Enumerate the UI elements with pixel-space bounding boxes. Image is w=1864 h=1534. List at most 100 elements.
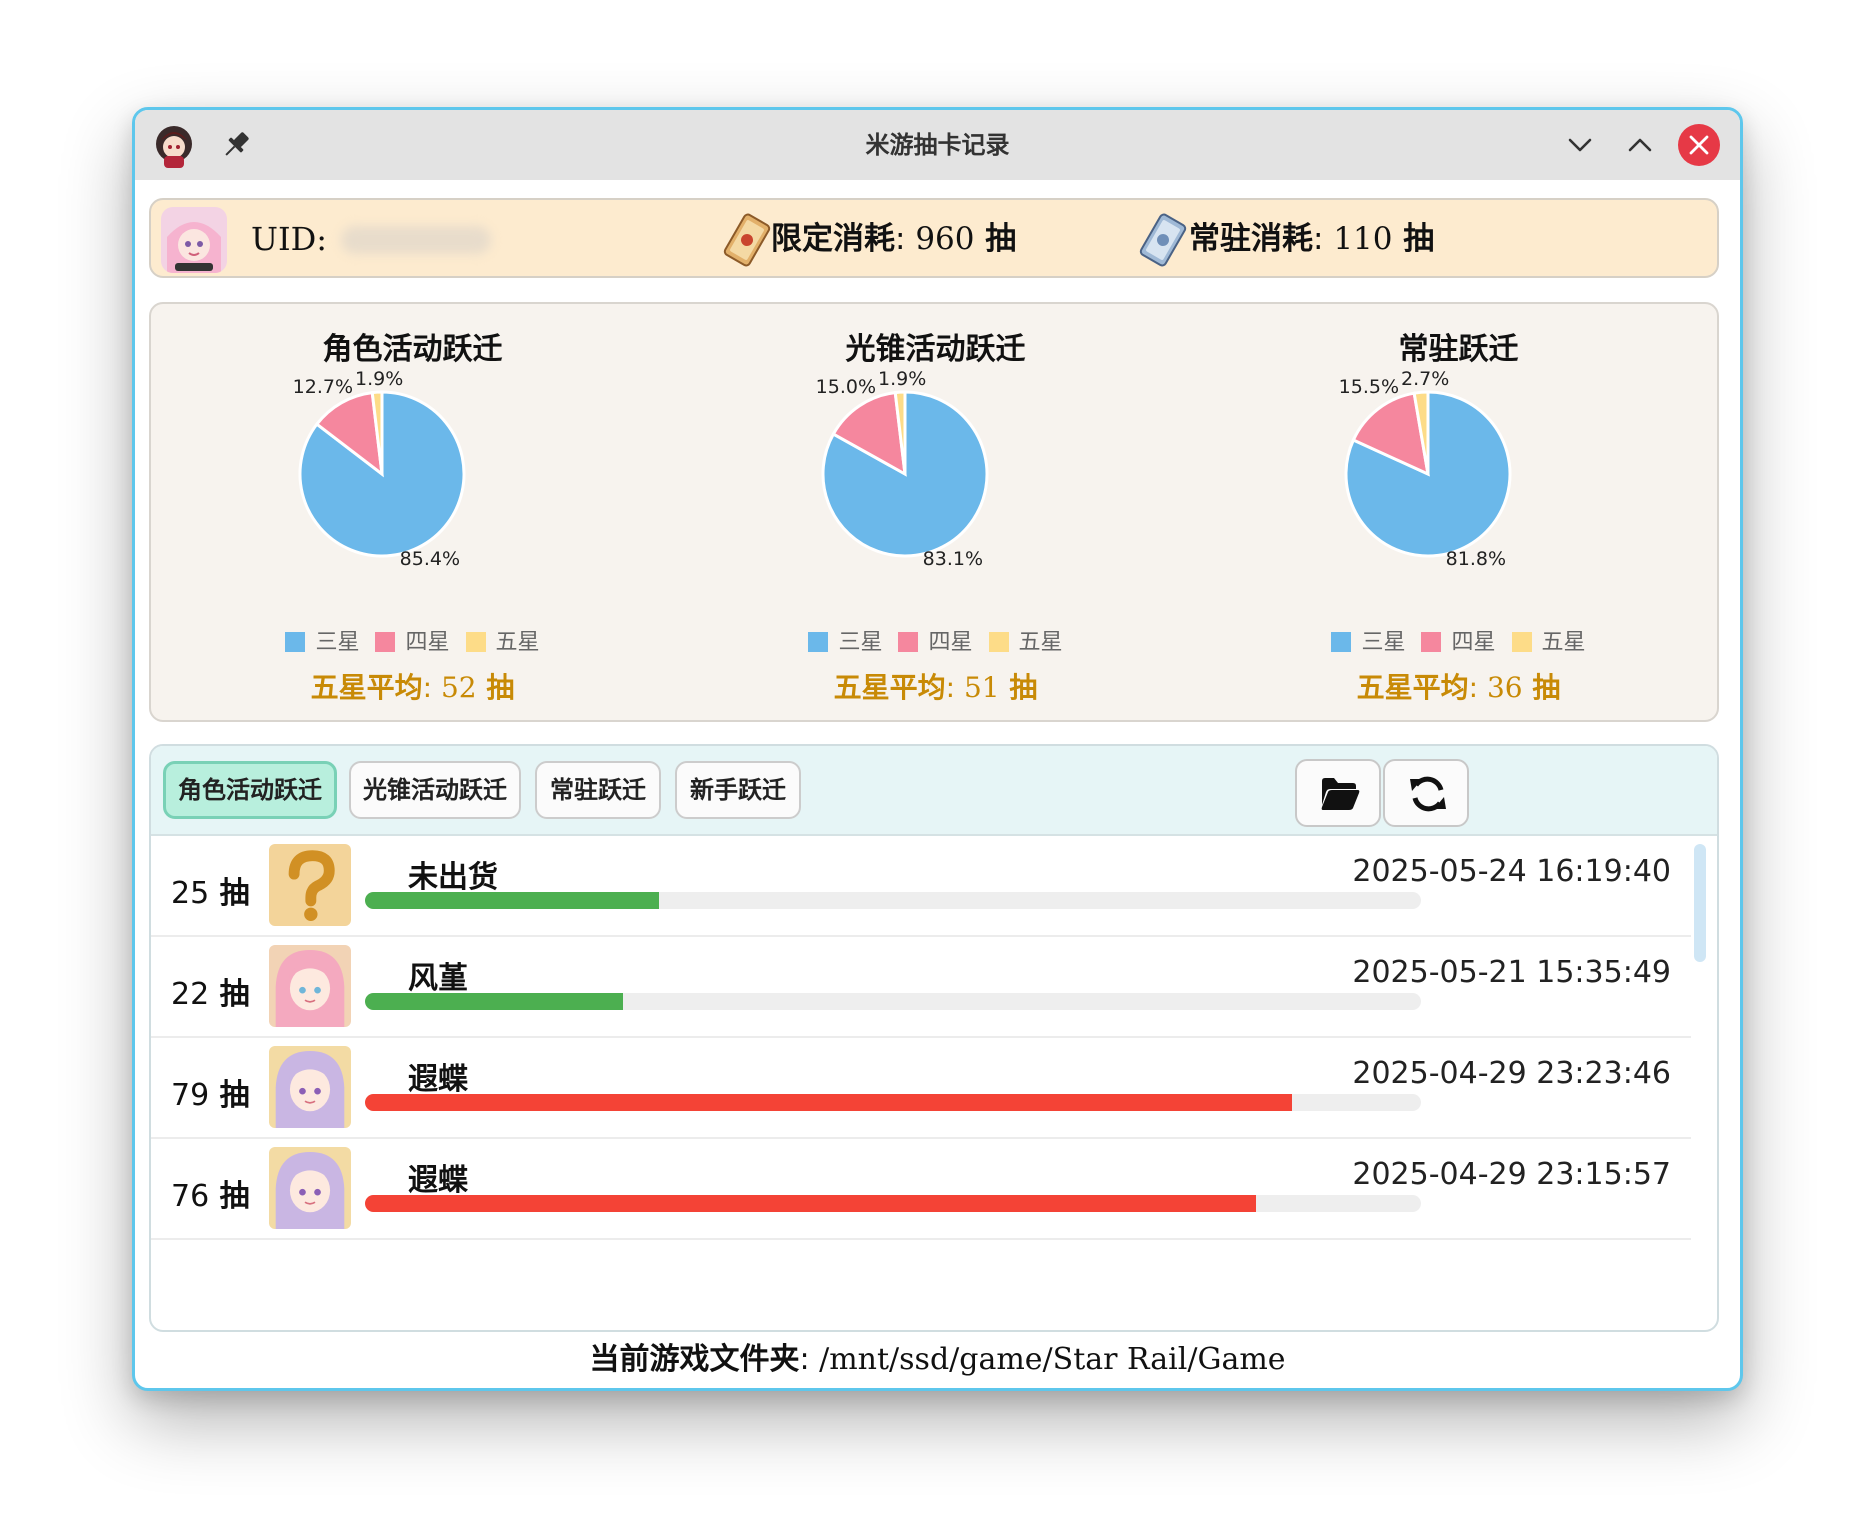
legend-item: 五星 <box>988 630 1063 655</box>
pity-progress-bar <box>365 993 1421 1010</box>
pie-chart: 81.8% 15.5% 2.7% <box>1339 368 1512 570</box>
pie-label: 83.1% <box>923 548 983 570</box>
pull-time: 2025-05-24 16:19:40 <box>1352 854 1671 889</box>
refresh-button[interactable] <box>1383 759 1469 827</box>
limited-consumption: 限定消耗: 960 抽 <box>771 221 1017 257</box>
record-list-panel: 角色活动跃迁 光锥活动跃迁 常驻跃迁 新手跃迁 25 抽未出货 2025-05-2… <box>149 744 1719 1332</box>
legend-item: 四星 <box>898 630 973 655</box>
pity-progress-bar <box>365 1094 1421 1111</box>
five-star-average: 五星平均: 51 抽 <box>833 671 1038 704</box>
banner-tab-strip: 角色活动跃迁 光锥活动跃迁 常驻跃迁 新手跃迁 <box>151 746 1717 836</box>
character-portrait-icon <box>269 1147 351 1229</box>
chart-legend: 三星 四星 五星 <box>1197 624 1720 656</box>
open-folder-button[interactable] <box>1295 759 1381 827</box>
pull-time: 2025-05-21 15:35:49 <box>1352 955 1671 990</box>
legend-item: 五星 <box>465 630 540 655</box>
record-row[interactable]: 76 抽 遐蝶 2025-04-29 23:15:57 <box>151 1137 1691 1240</box>
pie-label: 15.0% <box>816 376 876 398</box>
limited-pass-icon <box>723 213 771 267</box>
pie-label: 15.5% <box>1339 376 1399 398</box>
chart-standard: 常驻跃迁 81.8% 15.5% 2.7% 三星 四星 五星 五星平均: 36 抽 <box>1197 304 1720 720</box>
item-name: 遐蝶 <box>408 1163 468 1198</box>
minimize-button[interactable] <box>1557 122 1603 168</box>
pie-label: 81.8% <box>1446 548 1506 570</box>
chart-legend: 三星 四星 五星 <box>674 624 1197 656</box>
pity-progress-fill <box>365 1094 1293 1111</box>
item-name: 遐蝶 <box>408 1062 468 1097</box>
close-button[interactable] <box>1676 122 1722 168</box>
pity-progress-fill <box>365 1195 1257 1212</box>
legend-item: 四星 <box>375 630 450 655</box>
title-bar[interactable]: 米游抽卡记录 <box>135 110 1740 180</box>
standard-pass-icon <box>1139 213 1187 267</box>
legend-swatch <box>1331 632 1352 652</box>
pull-count: 76 抽 <box>171 1179 250 1214</box>
account-info-bar: UID: 限定消耗: 960 抽 常驻消耗: 110 抽 <box>149 198 1719 278</box>
legend-swatch <box>898 632 919 652</box>
five-star-average: 五星平均: 36 抽 <box>1356 671 1561 704</box>
pie-label: 1.9% <box>878 368 926 390</box>
record-row[interactable]: 25 抽未出货 2025-05-24 16:19:40 <box>151 834 1691 937</box>
legend-label: 五星 <box>1018 630 1063 655</box>
pity-progress-fill <box>365 993 623 1010</box>
legend-swatch <box>375 632 396 652</box>
legend-swatch <box>988 632 1009 652</box>
pie-label: 12.7% <box>293 376 353 398</box>
legend-label: 三星 <box>315 630 360 655</box>
pity-progress-bar <box>365 892 1421 909</box>
pull-time: 2025-04-29 23:23:46 <box>1352 1056 1671 1091</box>
legend-swatch <box>808 632 829 652</box>
legend-swatch <box>1511 632 1532 652</box>
legend-label: 四星 <box>928 630 973 655</box>
legend-swatch <box>285 632 306 652</box>
pie-chart: 83.1% 15.0% 1.9% <box>816 368 989 570</box>
five-star-average: 五星平均: 52 抽 <box>310 671 515 704</box>
legend-item: 三星 <box>285 630 359 655</box>
legend-item: 三星 <box>808 630 882 655</box>
pie-label: 2.7% <box>1401 368 1449 390</box>
character-portrait-icon <box>269 1046 351 1128</box>
record-row[interactable]: 79 抽遐蝶 2025-04-29 23:23:46 <box>151 1036 1691 1139</box>
legend-item: 三星 <box>1331 630 1405 655</box>
legend-label: 三星 <box>838 630 883 655</box>
tab-light-cone-event[interactable]: 光锥活动跃迁 <box>349 761 521 819</box>
tab-beginner[interactable]: 新手跃迁 <box>675 761 801 819</box>
item-name: 风堇 <box>408 961 468 996</box>
item-name: 未出货 <box>408 860 498 895</box>
folder-open-icon <box>1321 778 1360 810</box>
chart-light-cone-event: 光锥活动跃迁 83.1% 15.0% 1.9% 三星 四星 五星 五星平均: 51 抽 <box>674 304 1197 720</box>
legend-label: 五星 <box>495 630 540 655</box>
pie-chart: 85.4% 12.7% 1.9% <box>293 368 466 570</box>
record-row[interactable]: 22 抽风堇 2025-05-21 15:35:49 <box>151 935 1691 1038</box>
pull-time: 2025-04-29 23:15:57 <box>1352 1157 1671 1192</box>
refresh-icon <box>1410 776 1446 812</box>
game-folder-status: 当前游戏文件夹: /mnt/ssd/game/Star Rail/Game <box>589 1342 1286 1377</box>
legend-label: 四星 <box>405 630 450 655</box>
legend-swatch <box>1421 632 1442 652</box>
legend-item: 四星 <box>1421 630 1496 655</box>
app-window: 米游抽卡记录 UID: 限定消耗: 960 抽 常驻消耗: 110 抽 角色活动… <box>132 107 1743 1391</box>
chart-legend: 三星 四星 五星 <box>151 624 674 656</box>
uid-value-redacted <box>341 226 491 254</box>
legend-swatch <box>465 632 486 652</box>
list-scrollbar[interactable] <box>1694 844 1706 962</box>
legend-label: 四星 <box>1451 630 1496 655</box>
standard-consumption: 常驻消耗: 110 抽 <box>1189 221 1435 257</box>
pie-label: 1.9% <box>355 368 403 390</box>
tab-standard[interactable]: 常驻跃迁 <box>535 761 661 819</box>
window-title: 米游抽卡记录 <box>865 131 1010 159</box>
legend-label: 三星 <box>1361 630 1406 655</box>
uid-label: UID: <box>251 220 328 258</box>
player-avatar <box>161 207 227 273</box>
pie-label: 85.4% <box>400 548 460 570</box>
question-mark-icon <box>269 844 351 926</box>
legend-item: 五星 <box>1511 630 1586 655</box>
statistics-panel: 角色活动跃迁 85.4% 12.7% 1.9% 三星 四星 五星 五星平均: 52 抽 … <box>149 302 1719 722</box>
character-portrait-icon <box>269 945 351 1027</box>
pity-progress-bar <box>365 1195 1421 1212</box>
maximize-button[interactable] <box>1617 122 1663 168</box>
tab-character-event[interactable]: 角色活动跃迁 <box>163 761 337 819</box>
legend-label: 五星 <box>1541 630 1586 655</box>
chart-character-event: 角色活动跃迁 85.4% 12.7% 1.9% 三星 四星 五星 五星平均: 52 抽 <box>151 304 674 720</box>
pity-progress-fill <box>365 892 659 909</box>
